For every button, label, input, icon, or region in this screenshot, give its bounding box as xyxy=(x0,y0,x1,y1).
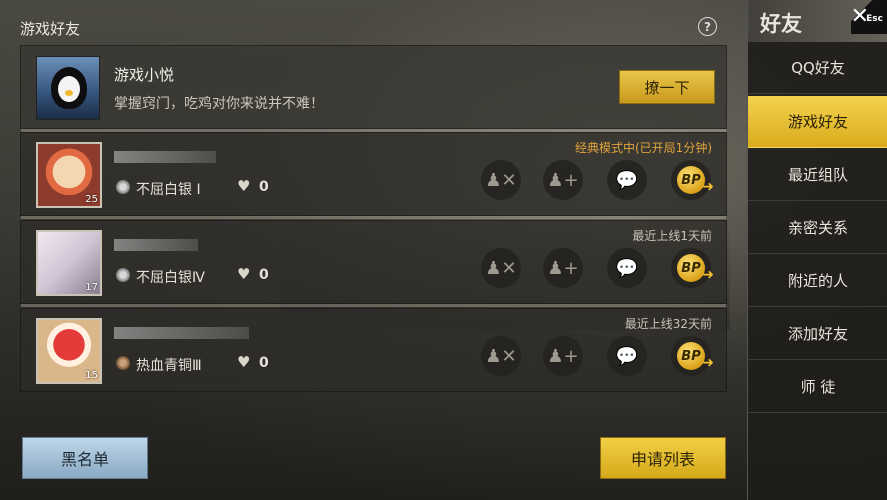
heart-icon: ♥ xyxy=(237,265,251,283)
sidebar-item-close-relations[interactable]: 亲密关系 xyxy=(748,202,887,254)
add-team-icon[interactable]: ♟+ xyxy=(543,248,583,288)
avatar[interactable]: 15 xyxy=(36,318,102,384)
status-text: 最近上线1天前 xyxy=(632,229,712,243)
avatar[interactable]: 25 xyxy=(36,142,102,208)
heart-icon: ♥ xyxy=(237,177,251,195)
status-text: 最近上线32天前 xyxy=(624,317,712,331)
poke-button[interactable]: 撩一下 xyxy=(619,70,715,104)
bot-avatar xyxy=(36,56,100,120)
heart-icon: ♥ xyxy=(237,353,251,371)
blurred-name xyxy=(114,151,216,163)
chat-icon[interactable]: 💬 xyxy=(607,248,647,288)
close-button[interactable]: ✕ Esc xyxy=(851,0,887,34)
bot-message: 掌握窍门，吃鸡对你来说并不难！ xyxy=(114,96,324,112)
esc-label: Esc xyxy=(866,14,883,24)
bp-coin-icon[interactable]: BP ➜ xyxy=(671,336,714,376)
bp-coin-icon[interactable]: BP ➜ xyxy=(671,248,714,288)
page-title: 游戏好友 xyxy=(20,20,81,38)
divider xyxy=(21,304,726,307)
friend-row[interactable]: 25 不屈白银 Ⅰ ♥ 0 经典模式中(已开局1分钟) ♟✕ ♟+ 💬 BP ➜ xyxy=(20,132,727,219)
bot-card: 游戏小悦 掌握窍门，吃鸡对你来说并不难！ 撩一下 xyxy=(20,45,727,132)
friend-row[interactable]: 17 不屈白银Ⅳ ♥ 0 最近上线1天前 ♟✕ ♟+ 💬 BP ➜ xyxy=(20,220,727,307)
sidebar-item-nearby[interactable]: 附近的人 xyxy=(748,255,887,307)
rank-icon xyxy=(116,268,130,282)
rank-icon xyxy=(116,356,130,370)
rank-label: 热血青铜Ⅲ xyxy=(136,358,202,374)
sidebar-title: 好友 xyxy=(760,12,802,36)
bot-name: 游戏小悦 xyxy=(114,66,175,84)
sidebar-item-game-friends[interactable]: 游戏好友 xyxy=(748,96,887,148)
remove-friend-icon[interactable]: ♟✕ xyxy=(481,160,521,200)
status-text: 经典模式中(已开局1分钟) xyxy=(575,141,712,155)
level-badge: 15 xyxy=(85,370,98,381)
sidebar-item-recent-team[interactable]: 最近组队 xyxy=(748,149,887,201)
chat-icon[interactable]: 💬 xyxy=(607,160,647,200)
penguin-icon xyxy=(51,67,87,109)
friend-row[interactable]: 15 热血青铜Ⅲ ♥ 0 最近上线32天前 ♟✕ ♟+ 💬 BP ➜ xyxy=(20,308,727,392)
sidebar-item-add-friend[interactable]: 添加好友 xyxy=(748,308,887,360)
divider xyxy=(21,216,726,219)
likes-count: 0 xyxy=(259,267,269,283)
help-icon[interactable]: ? xyxy=(698,17,717,36)
remove-friend-icon[interactable]: ♟✕ xyxy=(481,336,521,376)
chat-icon[interactable]: 💬 xyxy=(607,336,647,376)
blacklist-button[interactable]: 黑名单 xyxy=(22,437,148,479)
avatar[interactable]: 17 xyxy=(36,230,102,296)
blurred-name xyxy=(114,327,249,339)
bp-coin-icon[interactable]: BP ➜ xyxy=(671,160,714,200)
sidebar: 好友 ✕ Esc QQ好友 游戏好友 最近组队 亲密关系 附近的人 添加好友 师… xyxy=(747,0,887,500)
sidebar-item-qq-friends[interactable]: QQ好友 xyxy=(748,42,887,94)
add-team-icon[interactable]: ♟+ xyxy=(543,336,583,376)
add-team-icon[interactable]: ♟+ xyxy=(543,160,583,200)
remove-friend-icon[interactable]: ♟✕ xyxy=(481,248,521,288)
level-badge: 25 xyxy=(85,194,98,205)
likes-count: 0 xyxy=(259,179,269,195)
rank-label: 不屈白银 Ⅰ xyxy=(136,182,201,198)
blurred-name xyxy=(114,239,198,251)
likes-count: 0 xyxy=(259,355,269,371)
requests-list-button[interactable]: 申请列表 xyxy=(600,437,726,479)
sidebar-item-mentorship[interactable]: 师 徒 xyxy=(748,361,887,413)
friends-panel: 游戏好友 ? 游戏小悦 掌握窍门，吃鸡对你来说并不难！ 撩一下 25 不屈白银 … xyxy=(0,0,747,500)
rank-label: 不屈白银Ⅳ xyxy=(136,270,205,286)
level-badge: 17 xyxy=(85,282,98,293)
rank-icon xyxy=(116,180,130,194)
